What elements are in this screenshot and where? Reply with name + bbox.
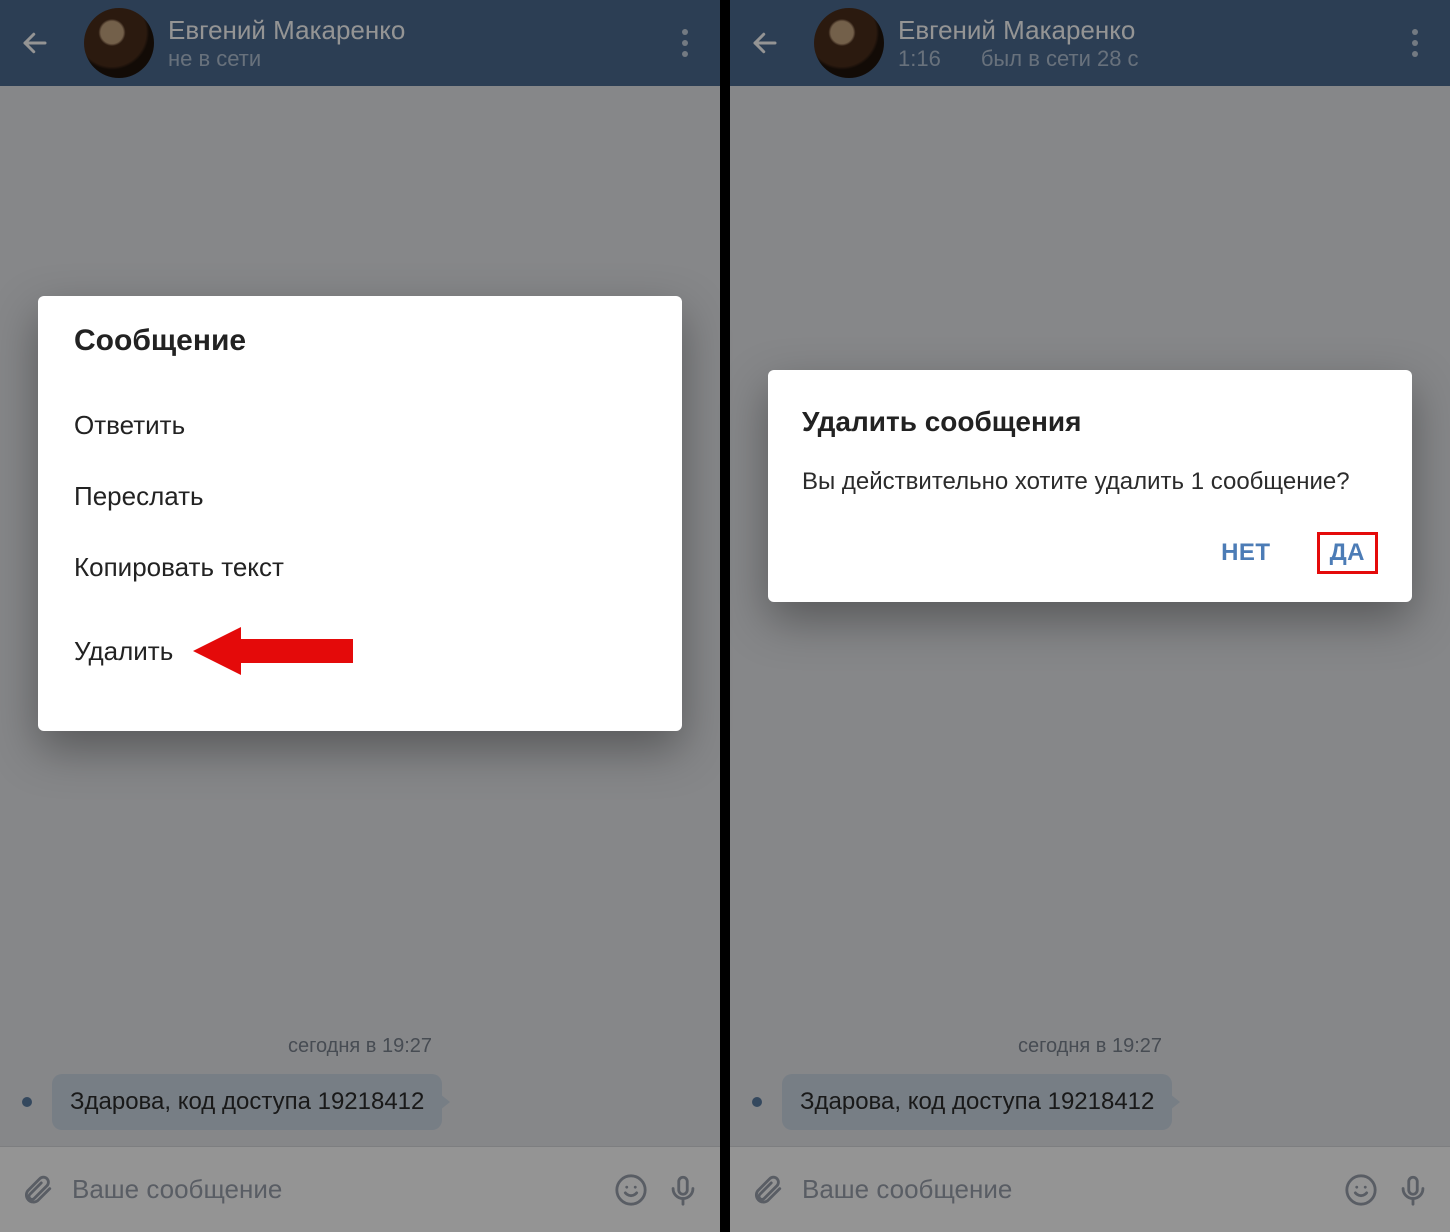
modal-scrim[interactable] [730,0,1450,1232]
action-delete[interactable]: Удалить [74,603,646,699]
dialog-title: Удалить сообщения [802,406,1378,438]
action-forward[interactable]: Переслать [74,461,646,532]
dialog-body: Вы действительно хотите удалить 1 сообще… [802,466,1378,498]
action-reply[interactable]: Ответить [74,390,646,461]
action-copy[interactable]: Копировать текст [74,532,646,603]
pane-divider [720,0,730,1232]
arrow-left-icon [193,623,353,679]
action-delete-label: Удалить [74,636,173,667]
dialog-button-row: НЕТ ДА [802,532,1378,574]
pane-left: Евгений Макаренко не в сети сегодня в 19… [0,0,720,1232]
cancel-button[interactable]: НЕТ [1209,533,1283,573]
message-action-dialog: Сообщение Ответить Переслать Копировать … [38,296,682,731]
pane-right: Евгений Макаренко 1:16 был в сети 28 с с… [730,0,1450,1232]
delete-confirm-dialog: Удалить сообщения Вы действительно хотит… [768,370,1412,602]
dialog-title: Сообщение [74,324,646,358]
confirm-button[interactable]: ДА [1317,532,1378,574]
